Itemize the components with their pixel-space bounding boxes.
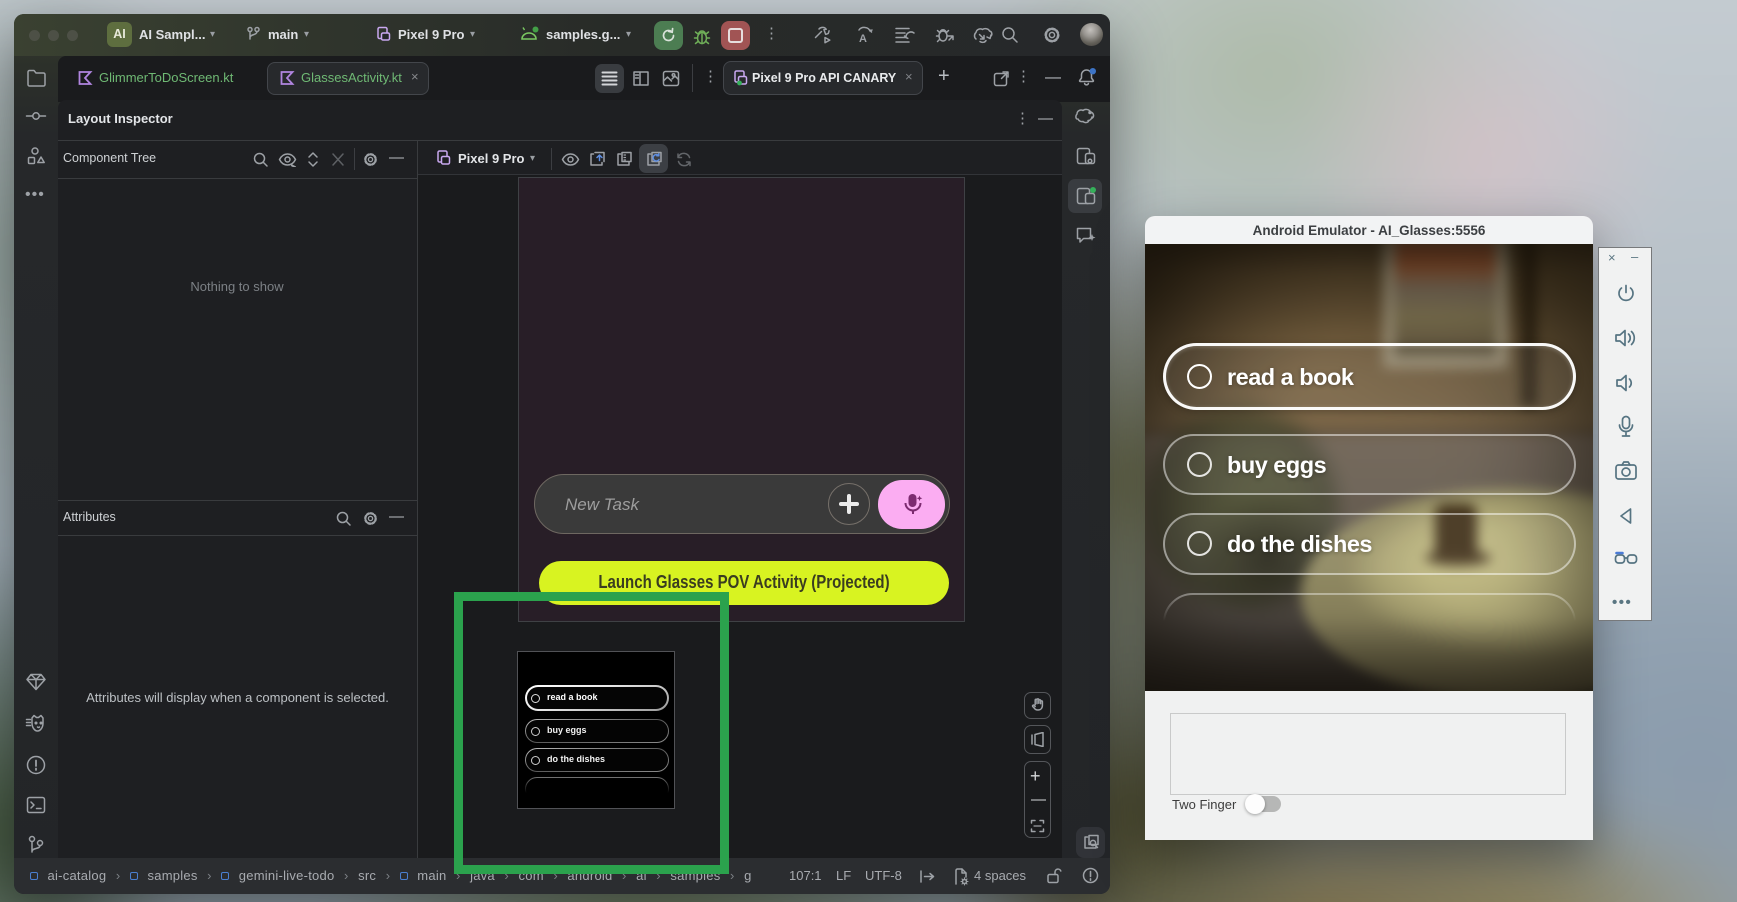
svg-text:A: A	[859, 33, 867, 45]
